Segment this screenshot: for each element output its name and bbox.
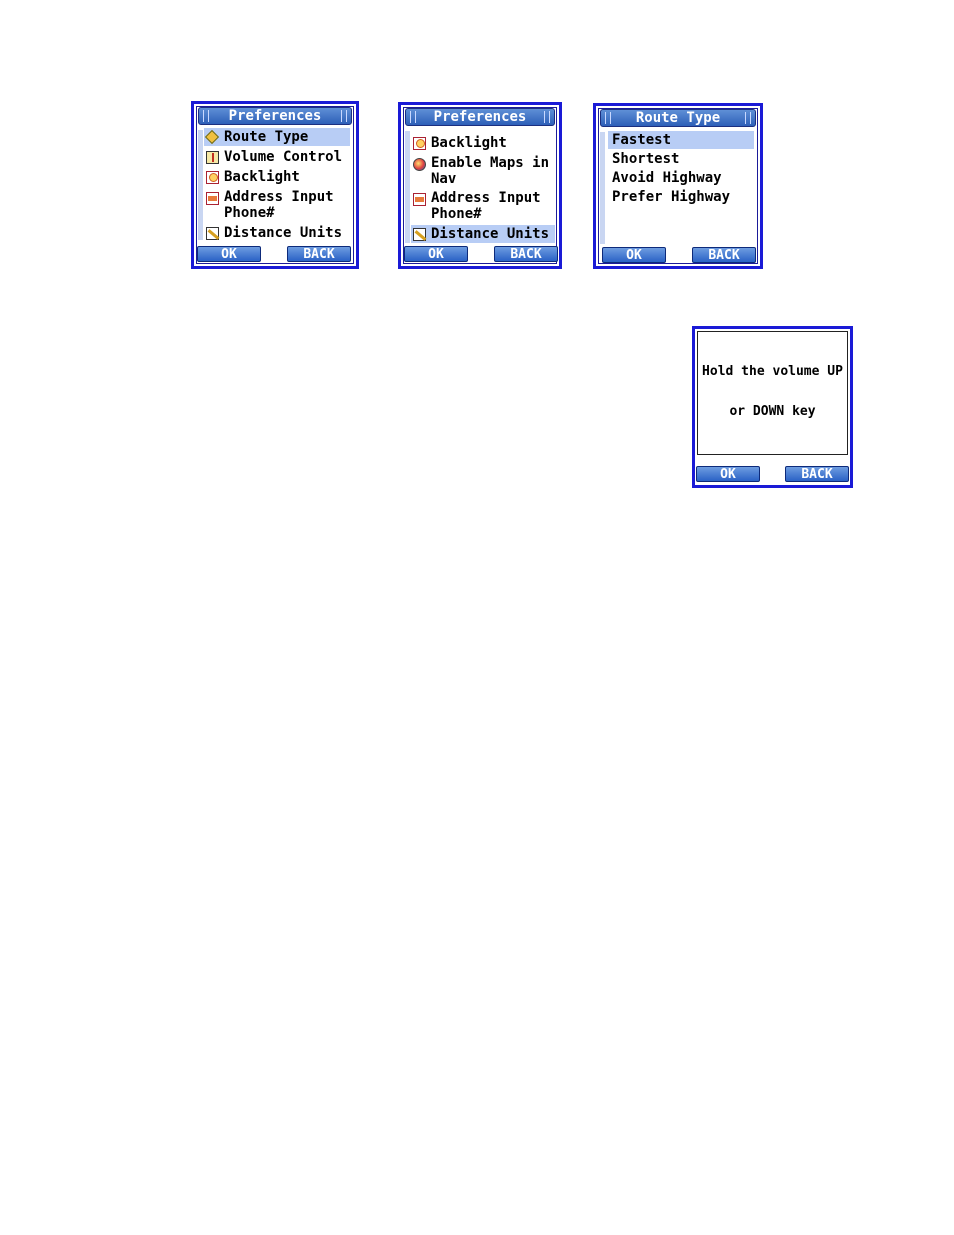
route-option-avoid-highway[interactable]: Avoid Highway bbox=[608, 169, 754, 187]
menu-item-distance-units[interactable]: Distance Units bbox=[204, 224, 350, 242]
screen-title: Route Type bbox=[635, 110, 721, 126]
menu-item-label: Backlight bbox=[431, 135, 507, 151]
menu-item-label: Distance Units bbox=[224, 225, 343, 241]
screen-title: Preferences bbox=[228, 108, 322, 124]
screen-title-bar: Preferences bbox=[198, 107, 352, 125]
menu-item-label: Route Type bbox=[224, 129, 309, 145]
route-option-fastest[interactable]: Fastest bbox=[608, 131, 754, 149]
menu-item-label: Address Input Phone# bbox=[431, 190, 541, 222]
ok-button[interactable]: OK bbox=[696, 466, 760, 482]
address-book-icon bbox=[413, 193, 426, 206]
route-option-label: Fastest bbox=[612, 132, 672, 148]
route-option-prefer-highway[interactable]: Prefer Highway bbox=[608, 188, 754, 206]
phone-screen-preferences-1: Preferences Route Type Volume Control Ba… bbox=[191, 101, 359, 269]
menu-item-label: Address Input Phone# bbox=[224, 189, 334, 221]
route-option-label: Prefer Highway bbox=[612, 189, 731, 205]
grip-icon bbox=[341, 110, 347, 122]
ok-button[interactable]: OK bbox=[404, 246, 468, 262]
grip-icon bbox=[544, 111, 550, 123]
scroll-track[interactable] bbox=[600, 132, 605, 244]
ok-button[interactable]: OK bbox=[197, 246, 261, 262]
scroll-track[interactable] bbox=[198, 130, 203, 240]
phone-screen-volume-prompt: Hold the volume UP or DOWN key OK BACK bbox=[692, 326, 853, 488]
menu-item-label: Enable Maps in Nav bbox=[431, 155, 550, 187]
menu-item-volume-control[interactable]: Volume Control bbox=[204, 148, 350, 166]
globe-icon bbox=[413, 158, 426, 171]
route-option-shortest[interactable]: Shortest bbox=[608, 150, 754, 168]
volume-icon bbox=[206, 151, 219, 164]
menu-item-label: Backlight bbox=[224, 169, 300, 185]
lightbulb-icon bbox=[206, 171, 219, 184]
volume-message-line-1: Hold the volume UP bbox=[702, 364, 843, 379]
menu-item-backlight[interactable]: Backlight bbox=[204, 168, 350, 186]
diamond-sign-icon bbox=[204, 129, 220, 145]
menu-item-backlight[interactable]: Backlight bbox=[411, 134, 555, 152]
scroll-track[interactable] bbox=[405, 131, 410, 243]
address-book-icon bbox=[206, 192, 219, 205]
back-button[interactable]: BACK bbox=[692, 247, 756, 263]
phone-screen-route-type: Route Type Fastest Shortest Avoid Highwa… bbox=[593, 103, 763, 269]
menu-item-label: Volume Control bbox=[224, 149, 343, 165]
menu-item-address-input[interactable]: Address Input Phone# bbox=[411, 190, 555, 224]
screen-frame bbox=[697, 331, 848, 455]
route-option-label: Shortest bbox=[612, 151, 680, 167]
grip-icon bbox=[605, 112, 611, 124]
back-button[interactable]: BACK bbox=[287, 246, 351, 262]
menu-item-distance-units[interactable]: Distance Units bbox=[411, 225, 555, 243]
menu-item-address-input[interactable]: Address Input Phone# bbox=[204, 189, 350, 223]
menu-item-label: Distance Units bbox=[431, 226, 550, 242]
ruler-icon bbox=[413, 228, 426, 241]
route-option-label: Avoid Highway bbox=[612, 170, 722, 186]
ruler-icon bbox=[206, 227, 219, 240]
back-button[interactable]: BACK bbox=[494, 246, 558, 262]
screen-title-bar: Route Type bbox=[600, 109, 756, 127]
grip-icon bbox=[203, 110, 209, 122]
back-button[interactable]: BACK bbox=[785, 466, 849, 482]
lightbulb-icon bbox=[413, 137, 426, 150]
menu-item-enable-maps[interactable]: Enable Maps in Nav bbox=[411, 155, 555, 189]
screen-title-bar: Preferences bbox=[405, 108, 555, 126]
ok-button[interactable]: OK bbox=[602, 247, 666, 263]
grip-icon bbox=[410, 111, 416, 123]
phone-screen-preferences-2: Preferences Backlight Enable Maps in Nav… bbox=[398, 102, 562, 269]
menu-item-route-type[interactable]: Route Type bbox=[204, 128, 350, 146]
screen-title: Preferences bbox=[433, 109, 527, 125]
volume-message-line-2: or DOWN key bbox=[729, 404, 816, 419]
grip-icon bbox=[745, 112, 751, 124]
